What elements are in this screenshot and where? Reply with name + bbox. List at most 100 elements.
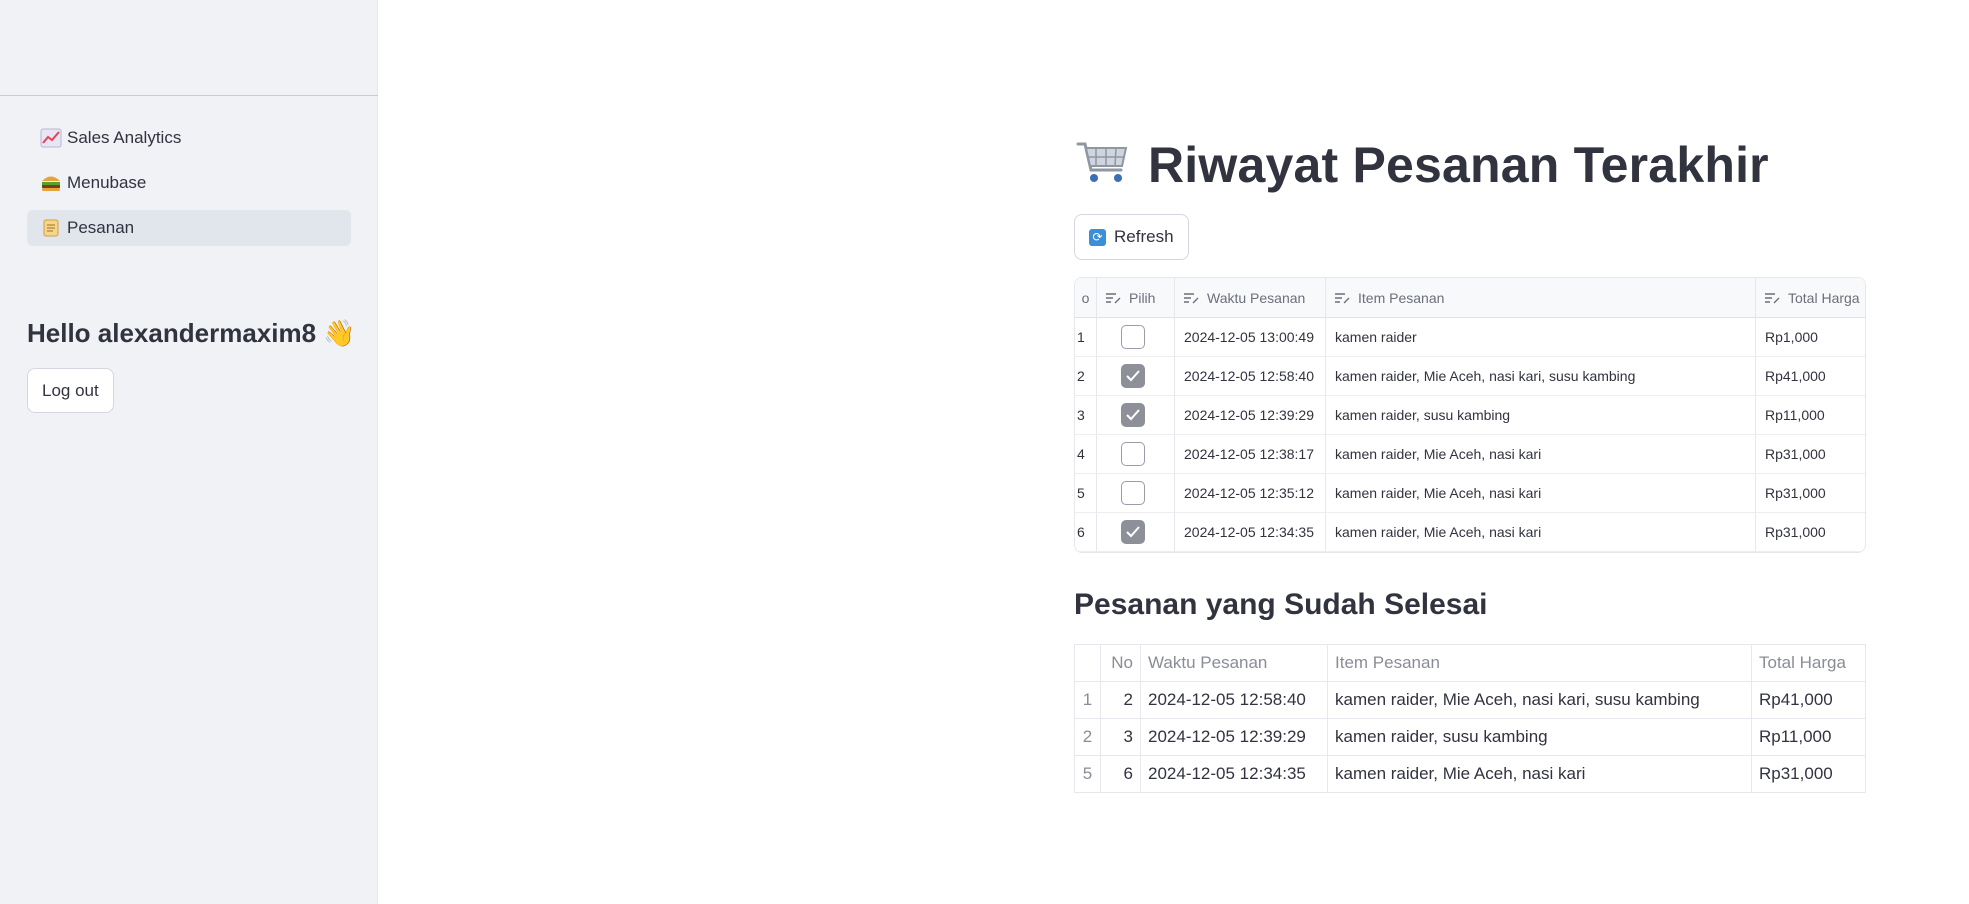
column-header-pilih[interactable]: Pilih (1106, 278, 1155, 317)
cell-item: kamen raider, Mie Aceh, nasi kari, susu … (1327, 681, 1752, 719)
table-row: 2 2024-12-05 12:58:40 kamen raider, Mie Ac… (1075, 357, 1865, 396)
cell-waktu[interactable]: 2024-12-05 12:38:17 (1184, 435, 1314, 473)
row-number: 6 (1077, 524, 1085, 540)
column-header-total: Total Harga (1751, 644, 1866, 682)
grid-header: o Pilih Waktu Pesanan Item Pesanan Total… (1075, 278, 1865, 318)
cell-no: 3 (1100, 718, 1141, 756)
edit-column-icon (1184, 292, 1199, 303)
column-header-label: Item Pesanan (1358, 289, 1445, 306)
column-header-waktu[interactable]: Waktu Pesanan (1184, 278, 1305, 317)
cell-total[interactable]: Rp31,000 (1765, 435, 1826, 473)
edit-column-icon (1106, 292, 1121, 303)
sidebar-item-label: Sales Analytics (67, 128, 182, 147)
edit-column-icon (1335, 292, 1350, 303)
cell-no: 2 (1100, 681, 1141, 719)
cell-item: kamen raider, Mie Aceh, nasi kari (1327, 755, 1752, 793)
cell-waktu: 2024-12-05 12:58:40 (1140, 681, 1328, 719)
burger-icon (39, 173, 63, 193)
row-checkbox-cell (1121, 318, 1145, 356)
edit-column-icon (1765, 292, 1780, 303)
cell-item[interactable]: kamen raider, susu kambing (1335, 396, 1510, 434)
completed-orders-table: No Waktu Pesanan Item Pesanan Total Harg… (1074, 644, 1866, 793)
cell-item[interactable]: kamen raider (1335, 318, 1417, 356)
cell-waktu[interactable]: 2024-12-05 12:39:29 (1184, 396, 1314, 434)
completed-orders-title: Pesanan yang Sudah Selesai (1074, 588, 1488, 621)
cell-waktu: 2024-12-05 12:34:35 (1140, 755, 1328, 793)
refresh-button[interactable]: ⟳ Refresh (1074, 214, 1189, 260)
table-body: 1 2 2024-12-05 12:58:40 kamen raider, Mie A… (1074, 681, 1866, 793)
cell-total[interactable]: Rp31,000 (1765, 474, 1826, 512)
scroll-icon (39, 218, 63, 238)
row-number: 2 (1077, 368, 1085, 384)
row-index: 5 (1074, 755, 1101, 793)
pilih-checkbox[interactable] (1121, 481, 1145, 505)
sidebar-item-sales-analytics[interactable]: Sales Analytics (27, 120, 351, 156)
orders-data-editor[interactable]: o Pilih Waktu Pesanan Item Pesanan Total… (1074, 277, 1866, 553)
table-row: 6 2024-12-05 12:34:35 kamen raider, Mie Ac… (1075, 513, 1865, 552)
row-checkbox-cell (1121, 396, 1145, 434)
sidebar-item-menubase[interactable]: Menubase (27, 165, 351, 201)
index-header (1074, 644, 1101, 682)
cell-total: Rp31,000 (1751, 755, 1866, 793)
shopping-cart-icon (1076, 138, 1130, 193)
cell-waktu[interactable]: 2024-12-05 13:00:49 (1184, 318, 1314, 356)
sidebar-item-pesanan[interactable]: Pesanan (27, 210, 351, 246)
column-header-item: Item Pesanan (1327, 644, 1752, 682)
cell-total: Rp41,000 (1751, 681, 1866, 719)
logout-label: Log out (42, 380, 99, 400)
cell-waktu[interactable]: 2024-12-05 12:34:35 (1184, 513, 1314, 551)
row-index: 1 (1074, 681, 1101, 719)
column-header-item[interactable]: Item Pesanan (1335, 278, 1444, 317)
column-header-total[interactable]: Total Harga (1765, 278, 1860, 317)
greeting-text: Hello alexandermaxim8 (27, 318, 317, 348)
row-number: 1 (1077, 329, 1085, 345)
cell-total[interactable]: Rp1,000 (1765, 318, 1818, 356)
waving-hand-icon: 👋 (323, 318, 356, 348)
chart-increasing-icon (39, 128, 63, 148)
column-header-no: No (1100, 644, 1141, 682)
greeting: Hello alexandermaxim8 👋 (27, 318, 356, 349)
cell-item[interactable]: kamen raider, Mie Aceh, nasi kari (1335, 435, 1541, 473)
row-index: 2 (1074, 718, 1101, 756)
cell-total[interactable]: Rp31,000 (1765, 513, 1826, 551)
row-number: 4 (1077, 446, 1085, 462)
cell-waktu[interactable]: 2024-12-05 12:35:12 (1184, 474, 1314, 512)
column-header-label: Total Harga (1788, 289, 1860, 306)
sidebar: Sales Analytics Menubase Pesanan Hello a… (0, 0, 378, 904)
sidebar-item-label: Menubase (67, 173, 147, 192)
cell-total[interactable]: Rp41,000 (1765, 357, 1826, 395)
column-header-no[interactable]: o (1075, 278, 1096, 317)
table-row: 3 2024-12-05 12:39:29 kamen raider, susu k… (1075, 396, 1865, 435)
refresh-label: Refresh (1114, 227, 1174, 246)
cell-item[interactable]: kamen raider, Mie Aceh, nasi kari (1335, 513, 1541, 551)
pilih-checkbox[interactable] (1121, 325, 1145, 349)
sidebar-nav: Sales Analytics Menubase Pesanan (27, 120, 351, 255)
check-icon (1126, 409, 1140, 421)
row-checkbox-cell (1121, 474, 1145, 512)
table-header-row: No Waktu Pesanan Item Pesanan Total Harg… (1074, 644, 1866, 682)
pilih-checkbox[interactable] (1121, 520, 1145, 544)
cell-waktu: 2024-12-05 12:39:29 (1140, 718, 1328, 756)
cell-item[interactable]: kamen raider, Mie Aceh, nasi kari, susu … (1335, 357, 1635, 395)
table-row: 5 6 2024-12-05 12:34:35 kamen raider, Mie A… (1074, 755, 1866, 793)
cell-item[interactable]: kamen raider, Mie Aceh, nasi kari (1335, 474, 1541, 512)
sidebar-item-label: Pesanan (67, 218, 135, 237)
row-number: 5 (1077, 485, 1085, 501)
table-row: 2 3 2024-12-05 12:39:29 kamen raider, susu … (1074, 718, 1866, 756)
pilih-checkbox[interactable] (1121, 403, 1145, 427)
refresh-icon: ⟳ (1089, 228, 1106, 246)
logout-button[interactable]: Log out (27, 368, 114, 413)
cell-waktu[interactable]: 2024-12-05 12:58:40 (1184, 357, 1314, 395)
column-header-waktu: Waktu Pesanan (1140, 644, 1328, 682)
sidebar-divider (0, 95, 378, 96)
check-icon (1126, 370, 1140, 382)
pilih-checkbox[interactable] (1121, 364, 1145, 388)
cell-total[interactable]: Rp11,000 (1765, 396, 1825, 434)
pilih-checkbox[interactable] (1121, 442, 1145, 466)
column-header-label: Pilih (1129, 289, 1156, 306)
row-number: 3 (1077, 407, 1085, 423)
row-checkbox-cell (1121, 357, 1145, 395)
table-row: 4 2024-12-05 12:38:17 kamen raider, Mie Ac… (1075, 435, 1865, 474)
cell-total: Rp11,000 (1751, 718, 1866, 756)
page-title: Riwayat Pesanan Terakhir (1148, 137, 1769, 193)
